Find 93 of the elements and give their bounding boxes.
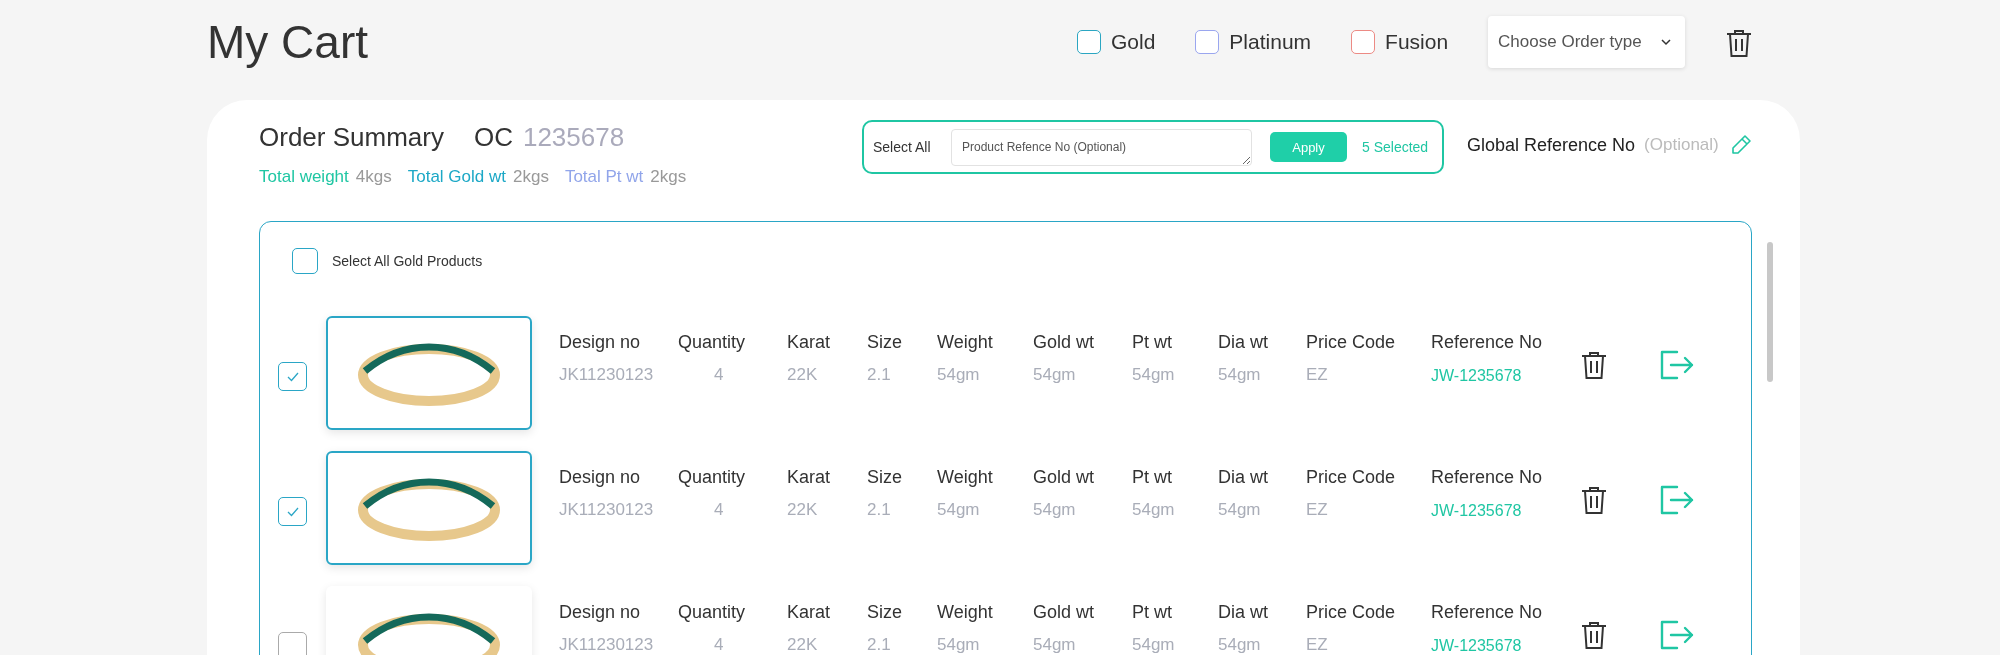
total-label: Total Gold wt <box>407 167 506 187</box>
column-value: 54gm <box>1218 365 1261 385</box>
selected-count: 5 Selected <box>1362 139 1429 155</box>
column-label: Design no <box>559 332 641 353</box>
column-value: JK11230123 <box>559 365 654 385</box>
column-value: 54gm <box>937 635 980 655</box>
order-summary-title: Order Summary <box>259 122 444 153</box>
column-value: 54gm <box>1033 500 1076 520</box>
column-label: Quantity <box>678 467 746 488</box>
row-checkbox[interactable] <box>278 497 307 526</box>
column-label: Weight <box>937 602 993 623</box>
filter-checkbox[interactable]: Fusion <box>1351 30 1449 54</box>
column-label: Gold wt <box>1033 602 1095 623</box>
column-value: 54gm <box>1218 500 1261 520</box>
column-value: 22K <box>787 500 818 520</box>
trash-icon[interactable] <box>1580 620 1608 650</box>
column-label: Pt wt <box>1132 332 1172 353</box>
row-checkbox[interactable] <box>278 632 307 655</box>
total-label: Total Pt wt <box>564 167 644 187</box>
total-value: 4kgs <box>355 167 392 187</box>
column-label: Quantity <box>678 332 746 353</box>
column-value: 54gm <box>1218 635 1261 655</box>
column-label: Pt wt <box>1132 467 1172 488</box>
column-value: 4 <box>714 365 724 385</box>
column-label: Dia wt <box>1218 332 1268 353</box>
oc-label: OC <box>473 122 513 153</box>
trash-icon[interactable] <box>1725 28 1754 58</box>
column-label: Size <box>867 332 902 353</box>
column-value: 2.1 <box>867 365 891 385</box>
column-label: Gold wt <box>1033 332 1095 353</box>
column-value: JK11230123 <box>559 635 654 655</box>
reference-input-field[interactable]: Product Refence No (Optional) <box>951 128 1252 166</box>
column-label: Price Code <box>1306 332 1396 353</box>
column-value: 54gm <box>937 500 980 520</box>
optional-hint: (Optional) <box>1644 135 1719 155</box>
column-label: Reference No <box>1431 602 1543 623</box>
column-value: 2.1 <box>867 500 891 520</box>
page-title: My Cart <box>207 15 369 69</box>
select-all-checkbox[interactable]: Select All Gold Products <box>278 248 483 274</box>
oc-number: 1235678 <box>522 122 625 153</box>
trash-icon[interactable] <box>1580 350 1608 380</box>
order-type-dropdown[interactable]: Choose Order type <box>1488 16 1686 68</box>
column-value: EZ <box>1306 500 1328 520</box>
check-icon <box>285 505 300 518</box>
column-label: Karat <box>787 467 831 488</box>
column-value: 4 <box>714 500 724 520</box>
filter-checkbox[interactable]: Gold <box>1077 30 1156 54</box>
product-image[interactable] <box>326 316 532 430</box>
column-value: JK11230123 <box>559 500 654 520</box>
column-label: Pt wt <box>1132 602 1172 623</box>
column-value: 54gm <box>1033 635 1076 655</box>
column-value: 54gm <box>937 365 980 385</box>
column-label: Dia wt <box>1218 467 1268 488</box>
global-reference-label: Global Reference No <box>1467 134 1636 156</box>
column-label: Quantity <box>678 602 746 623</box>
column-value: 4 <box>714 635 724 655</box>
exit-arrow-icon[interactable] <box>1659 485 1695 515</box>
column-label: Price Code <box>1306 467 1396 488</box>
select-all-link[interactable]: Select All <box>873 139 951 155</box>
column-value: 54gm <box>1033 365 1076 385</box>
exit-arrow-icon[interactable] <box>1659 620 1695 650</box>
column-value: 22K <box>787 365 818 385</box>
column-label: Weight <box>937 467 993 488</box>
column-label: Reference No <box>1431 467 1543 488</box>
filter-checkbox[interactable]: Platinum <box>1195 30 1312 54</box>
column-value: EZ <box>1306 365 1328 385</box>
total-value: 2kgs <box>512 167 549 187</box>
column-value: 54gm <box>1132 635 1175 655</box>
column-value: 54gm <box>1132 365 1175 385</box>
column-value: 54gm <box>1132 500 1175 520</box>
column-label: Size <box>867 467 902 488</box>
column-value: EZ <box>1306 635 1328 655</box>
column-label: Karat <box>787 602 831 623</box>
product-image[interactable] <box>326 451 532 565</box>
check-icon <box>285 370 300 383</box>
column-label: Design no <box>559 602 641 623</box>
column-label: Dia wt <box>1218 602 1268 623</box>
column-label: Price Code <box>1306 602 1396 623</box>
column-label: Size <box>867 602 902 623</box>
row-checkbox[interactable] <box>278 362 307 391</box>
total-value: 2kgs <box>650 167 687 187</box>
total-label: Total weight <box>259 167 349 187</box>
pencil-icon[interactable] <box>1729 134 1752 156</box>
column-label: Design no <box>559 467 641 488</box>
column-label: Weight <box>937 332 993 353</box>
scrollbar-thumb[interactable] <box>1767 242 1773 382</box>
trash-icon[interactable] <box>1580 485 1608 515</box>
column-label: Reference No <box>1431 332 1543 353</box>
column-value: 22K <box>787 635 818 655</box>
exit-arrow-icon[interactable] <box>1659 350 1695 380</box>
column-label: Karat <box>787 332 831 353</box>
column-value: 2.1 <box>867 635 891 655</box>
column-label: Gold wt <box>1033 467 1095 488</box>
